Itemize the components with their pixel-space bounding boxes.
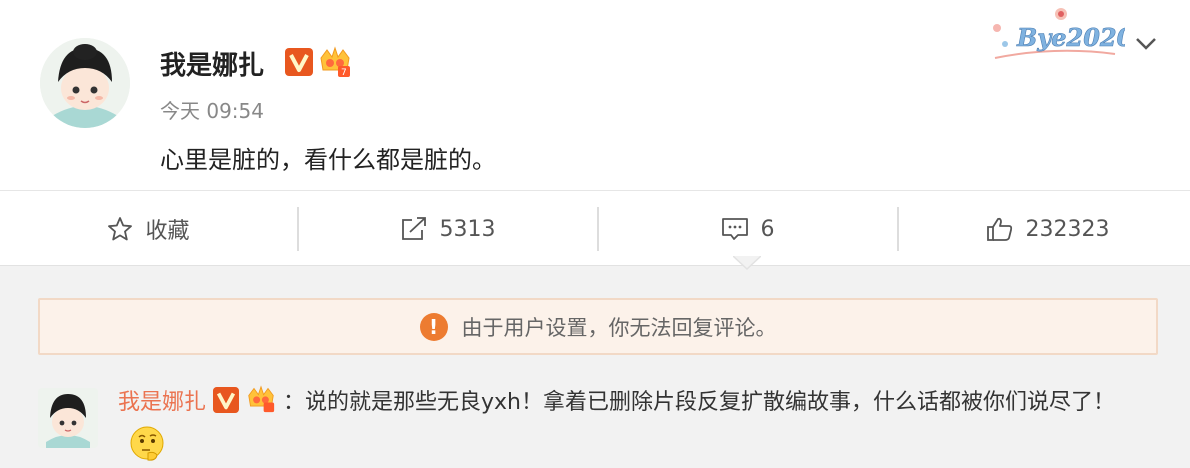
warning-icon: ! (419, 312, 448, 341)
notice-text: 由于用户设置，你无法回复评论。 (461, 315, 777, 340)
star-icon (108, 217, 133, 241)
crown-badge-icon (248, 385, 275, 413)
reply-restriction-notice: ! 由于用户设置，你无法回复评论。 (38, 298, 1158, 355)
comment-count: 6 (760, 216, 775, 242)
post-action-bar: 收藏 5313 6 232323 (0, 190, 1190, 266)
post-username[interactable]: 我是娜扎 (160, 45, 264, 82)
crown-badge-icon: 7 (320, 46, 350, 78)
svg-text:Bye2020: Bye2020 (1016, 23, 1125, 52)
like-button[interactable]: 232323 (899, 191, 1190, 267)
comment-pointer (733, 256, 761, 270)
verified-v-icon (213, 387, 240, 413)
repost-button[interactable]: 5313 (299, 191, 596, 267)
favorite-label: 收藏 (145, 219, 190, 244)
thinking-emoji-icon (130, 426, 164, 461)
share-icon (401, 217, 426, 240)
post-content: 心里是脏的，看什么都是脏的。 (160, 146, 496, 174)
avatar[interactable] (40, 38, 130, 128)
post-timestamp: 今天 09:54 (160, 99, 264, 123)
like-count: 232323 (1025, 216, 1110, 242)
svg-text:7: 7 (341, 68, 347, 78)
thumb-up-icon (986, 217, 1012, 241)
comment-avatar[interactable] (38, 388, 98, 448)
chevron-down-icon[interactable] (1133, 32, 1159, 54)
comment-item: 我是娜扎 ：说的就是那些无良yxh！拿着已删除片段反复扩散编故事，什么话都被你们… (118, 382, 1158, 466)
verified-v-icon (285, 48, 313, 76)
bye2020-sticker-icon: Bye2020 (993, 8, 1125, 59)
comment-username[interactable]: 我是娜扎 (118, 390, 206, 415)
favorite-button[interactable]: 收藏 (0, 191, 297, 267)
comment-text: ：说的就是那些无良yxh！拿着已删除片段反复扩散编故事，什么话都被你们说尽了！ (283, 390, 1116, 415)
weibo-post: 我是娜扎 7 今天 09:54 心里是脏的，看什么都是脏的。 Bye2020 (0, 0, 1190, 190)
repost-count: 5313 (439, 216, 496, 242)
comment-icon (721, 218, 748, 240)
